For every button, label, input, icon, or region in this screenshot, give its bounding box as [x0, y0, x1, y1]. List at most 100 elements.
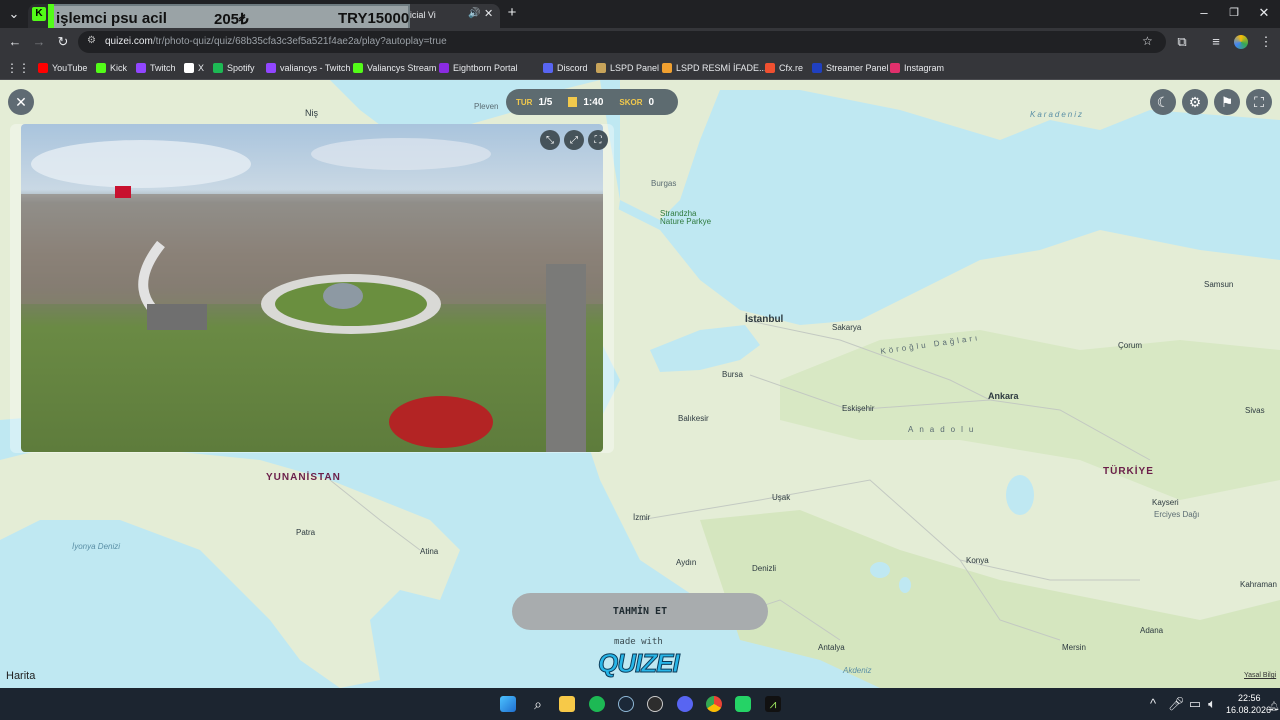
map-label-sivas: Sivas: [1245, 406, 1265, 415]
shrink-photo-button[interactable]: ⤡: [540, 130, 560, 150]
bookmark-item[interactable]: YouTube: [38, 60, 87, 76]
tab-list-chevron-icon[interactable]: ⌄: [6, 6, 22, 22]
start-icon[interactable]: [500, 696, 516, 712]
search-icon[interactable]: ⌕: [530, 696, 546, 712]
steam-icon[interactable]: [618, 696, 634, 712]
dark-mode-button[interactable]: ☾: [1150, 89, 1176, 115]
bookmark-icon: [662, 63, 672, 73]
bookmark-label: Valiancys Stream: [367, 63, 437, 73]
quizei-logo[interactable]: QUIZEI: [598, 648, 681, 679]
whatsapp-icon[interactable]: [735, 696, 751, 712]
reload-icon[interactable]: ↻: [55, 34, 71, 50]
bookmark-item[interactable]: Instagram: [890, 60, 944, 76]
taskbar: ⌕ ⩘ ^ 🎤︎ ▭ 🔈︎ 22:56 16.08.2026 🔔︎: [0, 688, 1280, 720]
volume-icon[interactable]: 🔈︎: [1205, 696, 1219, 712]
bookmark-icon: [812, 63, 822, 73]
map-label-izmir: İzmir: [633, 513, 651, 522]
bookmark-label: Eightborn Portal: [453, 63, 518, 73]
bookmark-item[interactable]: LSPD RESMİ İFADE...: [662, 60, 767, 76]
overlay-price-1: 205₺: [214, 11, 249, 28]
clock-date[interactable]: 16.08.2026: [1226, 705, 1271, 715]
map-label-nis: Niş: [305, 108, 318, 118]
map-label-kayseri: Kayseri: [1152, 498, 1179, 507]
tab-audio-icon[interactable]: 🔊: [468, 8, 480, 19]
bookmark-icon: [596, 63, 606, 73]
restore-icon[interactable]: ❐: [1226, 5, 1242, 21]
address-bar[interactable]: ⚙ quizei.com/tr/photo-quiz/quiz/68b35cfa…: [78, 31, 1166, 53]
bookmark-icon: [266, 63, 276, 73]
map-label-sakarya: Sakarya: [832, 323, 862, 332]
bookmark-icon: [765, 63, 775, 73]
bookmark-label: Kick: [110, 63, 128, 73]
bookmark-label: X: [198, 63, 205, 73]
guess-button[interactable]: TAHMİN ET: [512, 593, 768, 630]
bookmark-item[interactable]: Valiancys Stream: [353, 60, 436, 76]
bookmark-item[interactable]: Streamer Panel: [812, 60, 889, 76]
bookmark-icon: [38, 63, 48, 73]
fullscreen-photo-button[interactable]: ⛶: [588, 130, 608, 150]
profile-avatar[interactable]: [1234, 35, 1248, 49]
guess-button-label: TAHMİN ET: [612, 606, 668, 617]
mic-icon[interactable]: 🎤︎: [1168, 696, 1185, 712]
github-icon[interactable]: [647, 696, 663, 712]
tray-chevron-icon[interactable]: ^: [1146, 696, 1160, 712]
overlay-text: işlemci psu acil: [56, 10, 167, 27]
expand-photo-button[interactable]: ⤢: [564, 130, 584, 150]
round-value: 1/5: [538, 96, 553, 108]
bookmark-item[interactable]: Discord: [543, 60, 588, 76]
map-label-istanbul: İstanbul: [745, 314, 784, 325]
url-path: /tr/photo-quiz/quiz/68b35cfa3c3ef5a521f4…: [152, 36, 447, 47]
score-label: SKOR: [619, 97, 643, 107]
report-flag-button[interactable]: ⚑: [1214, 89, 1240, 115]
fullscreen-button[interactable]: ⛶: [1246, 89, 1272, 115]
bookmark-icon: [184, 63, 194, 73]
map-label-anadolu: Anadolu: [908, 425, 980, 434]
map-label-balikesir: Balıkesir: [678, 414, 709, 423]
bookmark-item[interactable]: Cfx.re: [765, 60, 803, 76]
close-quiz-button[interactable]: ✕: [8, 89, 34, 115]
quiz-photo[interactable]: [21, 124, 603, 452]
legal-link[interactable]: Yasal Bilgi: [1244, 672, 1276, 679]
back-icon[interactable]: ←: [7, 34, 23, 50]
clock-time[interactable]: 22:56: [1238, 693, 1261, 703]
map-label-yunanistan: YUNANİSTAN: [266, 472, 341, 483]
forward-icon[interactable]: →: [31, 34, 47, 50]
apps-grid-icon[interactable]: ⋮⋮: [6, 60, 30, 76]
map-label-iyonya: İyonya Denizi: [72, 542, 121, 551]
bookmark-star-icon[interactable]: ☆: [1142, 34, 1153, 48]
spotify-icon[interactable]: [589, 696, 605, 712]
tab-close-icon[interactable]: ✕: [484, 7, 493, 20]
bookmark-label: Streamer Panel: [826, 63, 889, 73]
minimize-icon[interactable]: –: [1196, 5, 1212, 21]
bookmark-item[interactable]: X: [184, 60, 204, 76]
file-explorer-icon[interactable]: [559, 696, 575, 712]
bookmark-label: Twitch: [150, 63, 176, 73]
notification-icon[interactable]: 🔔︎: [1268, 698, 1279, 714]
bookmark-item[interactable]: Eightborn Portal: [439, 60, 518, 76]
photo-scene: [21, 138, 603, 452]
settings-button[interactable]: ⚙: [1182, 89, 1208, 115]
map-label-bursa: Bursa: [722, 370, 743, 379]
bookmark-icon: [213, 63, 223, 73]
bookmark-item[interactable]: valiancys - Twitch: [266, 60, 350, 76]
media-icon[interactable]: ≡: [1208, 34, 1224, 50]
discord-icon[interactable]: [677, 696, 693, 712]
menu-icon[interactable]: ⋮: [1258, 34, 1274, 50]
bookmark-icon: [890, 63, 900, 73]
new-tab-icon[interactable]: +: [504, 5, 520, 21]
bookmark-icon: [439, 63, 449, 73]
map-label-patra: Patra: [296, 528, 316, 537]
bookmark-item[interactable]: Kick: [96, 60, 127, 76]
bookmark-item[interactable]: Twitch: [136, 60, 176, 76]
made-with-text: made with: [614, 637, 663, 647]
chrome-icon[interactable]: [706, 696, 722, 712]
close-window-icon[interactable]: ✕: [1256, 5, 1272, 21]
bookmark-item[interactable]: Spotify: [213, 60, 255, 76]
site-info-icon[interactable]: ⚙: [87, 35, 96, 46]
bookmark-item[interactable]: LSPD Panel: [596, 60, 659, 76]
network-icon[interactable]: ▭: [1188, 696, 1202, 712]
app-icon[interactable]: ⩘: [765, 696, 781, 712]
map-label-aydin: Aydın: [676, 558, 697, 567]
extensions-icon[interactable]: ⧉: [1174, 34, 1190, 50]
map-view[interactable]: Niş Pleven Burgas Strandzha Nature Parky…: [0, 80, 1280, 688]
